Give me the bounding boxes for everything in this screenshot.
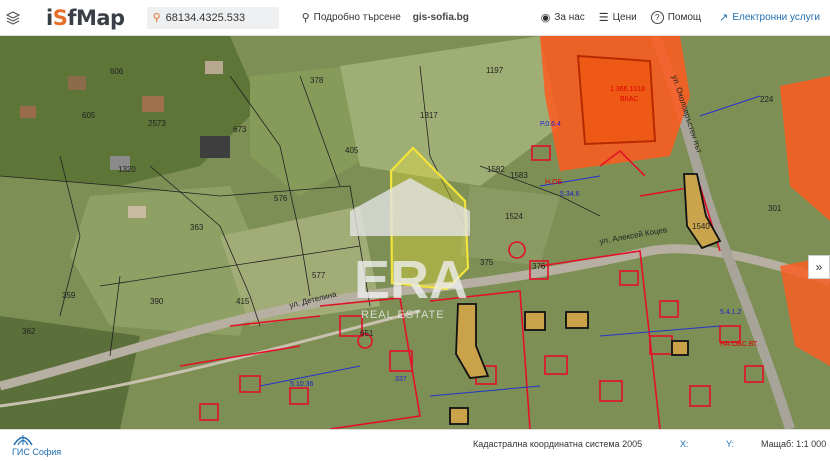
svg-text:1524: 1524 xyxy=(505,212,523,221)
expand-panel-button[interactable]: » xyxy=(808,255,830,279)
svg-text:5.34.6: 5.34.6 xyxy=(560,191,580,198)
svg-text:1317: 1317 xyxy=(420,111,438,120)
svg-text:1582: 1582 xyxy=(487,165,505,174)
svg-text:301: 301 xyxy=(768,204,782,213)
location-pin-icon: ◉ xyxy=(540,12,551,24)
help-icon: ? xyxy=(650,11,664,24)
svg-text:359: 359 xyxy=(62,291,76,300)
app-logo[interactable]: iSfMap xyxy=(46,6,125,30)
svg-text:576: 576 xyxy=(274,194,288,203)
svg-text:651: 651 xyxy=(360,329,374,338)
search-icon: ⚲ xyxy=(152,12,161,24)
svg-text:337: 337 xyxy=(395,376,407,383)
external-link-icon: ↗ xyxy=(719,12,729,24)
footer-bar: ГИС София Кадастрална координатна систем… xyxy=(0,429,830,461)
svg-text:НА.ОБС.ВТ.: НА.ОБС.ВТ. xyxy=(720,341,758,348)
search-icon: ⚲ xyxy=(301,12,310,24)
layers-icon[interactable] xyxy=(0,0,26,36)
svg-text:415: 415 xyxy=(236,297,250,306)
gis-sofia-logo-text: ГИС София xyxy=(12,447,62,457)
svg-text:Н.ОБ: Н.ОБ xyxy=(545,179,562,186)
svg-text:363: 363 xyxy=(190,223,204,232)
map-canvas[interactable]: 378 1197 1317 405 576 363 415 390 359 15… xyxy=(0,36,830,429)
svg-text:376: 376 xyxy=(532,262,546,271)
svg-text:405: 405 xyxy=(345,146,359,155)
svg-text:375: 375 xyxy=(480,258,494,267)
svg-text:390: 390 xyxy=(150,297,164,306)
top-bar: iSfMap ⚲ 68134.4325.533 ⚲ Подробно търсе… xyxy=(0,0,830,36)
coordinate-system: Кадастрална координатна система 2005 xyxy=(473,439,643,449)
svg-text:224: 224 xyxy=(760,95,774,104)
svg-text:1320: 1320 xyxy=(118,165,136,174)
y-coordinate: Y: xyxy=(726,439,735,449)
svg-text:Р.0.6.4: Р.0.6.4 xyxy=(540,121,561,128)
svg-text:1197: 1197 xyxy=(486,66,504,75)
e-services-link[interactable]: ↗ Електронни услуги xyxy=(719,11,820,24)
svg-text:1.366.1018: 1.366.1018 xyxy=(610,86,645,93)
svg-text:1540: 1540 xyxy=(692,222,710,231)
svg-text:362: 362 xyxy=(22,327,36,336)
svg-text:2573: 2573 xyxy=(148,119,166,128)
hatched-parcel xyxy=(576,54,657,146)
map-scale: Мащаб: 1:1 000 xyxy=(761,439,827,449)
list-icon: ☰ xyxy=(598,12,609,24)
help-link[interactable]: ? Помощ xyxy=(650,11,701,24)
about-link[interactable]: ◉ За нас xyxy=(541,11,585,24)
x-coordinate: X: xyxy=(680,439,689,449)
svg-text:378: 378 xyxy=(310,76,324,85)
svg-text:606: 606 xyxy=(110,67,124,76)
svg-text:ERA: ERA xyxy=(354,250,468,310)
advanced-search-button[interactable]: ⚲ Подробно търсене xyxy=(302,11,401,24)
gis-sofia-logo-icon xyxy=(12,433,34,448)
svg-text:673: 673 xyxy=(233,125,247,134)
svg-text:605: 605 xyxy=(82,111,96,120)
search-input[interactable]: ⚲ 68134.4325.533 xyxy=(146,6,279,29)
svg-text:1583: 1583 xyxy=(510,171,528,180)
gis-sofia-link[interactable]: gis-sofia.bg xyxy=(413,12,469,23)
svg-text:ВКАС: ВКАС xyxy=(620,96,638,103)
svg-text:5.10.36: 5.10.36 xyxy=(290,381,313,388)
svg-text:577: 577 xyxy=(312,271,326,280)
svg-text:REAL ESTATE: REAL ESTATE xyxy=(361,309,445,321)
svg-text:5.4.1.2: 5.4.1.2 xyxy=(720,309,742,316)
prices-link[interactable]: ☰ Цени xyxy=(599,11,637,24)
map-view[interactable]: 378 1197 1317 405 576 363 415 390 359 15… xyxy=(0,36,830,429)
